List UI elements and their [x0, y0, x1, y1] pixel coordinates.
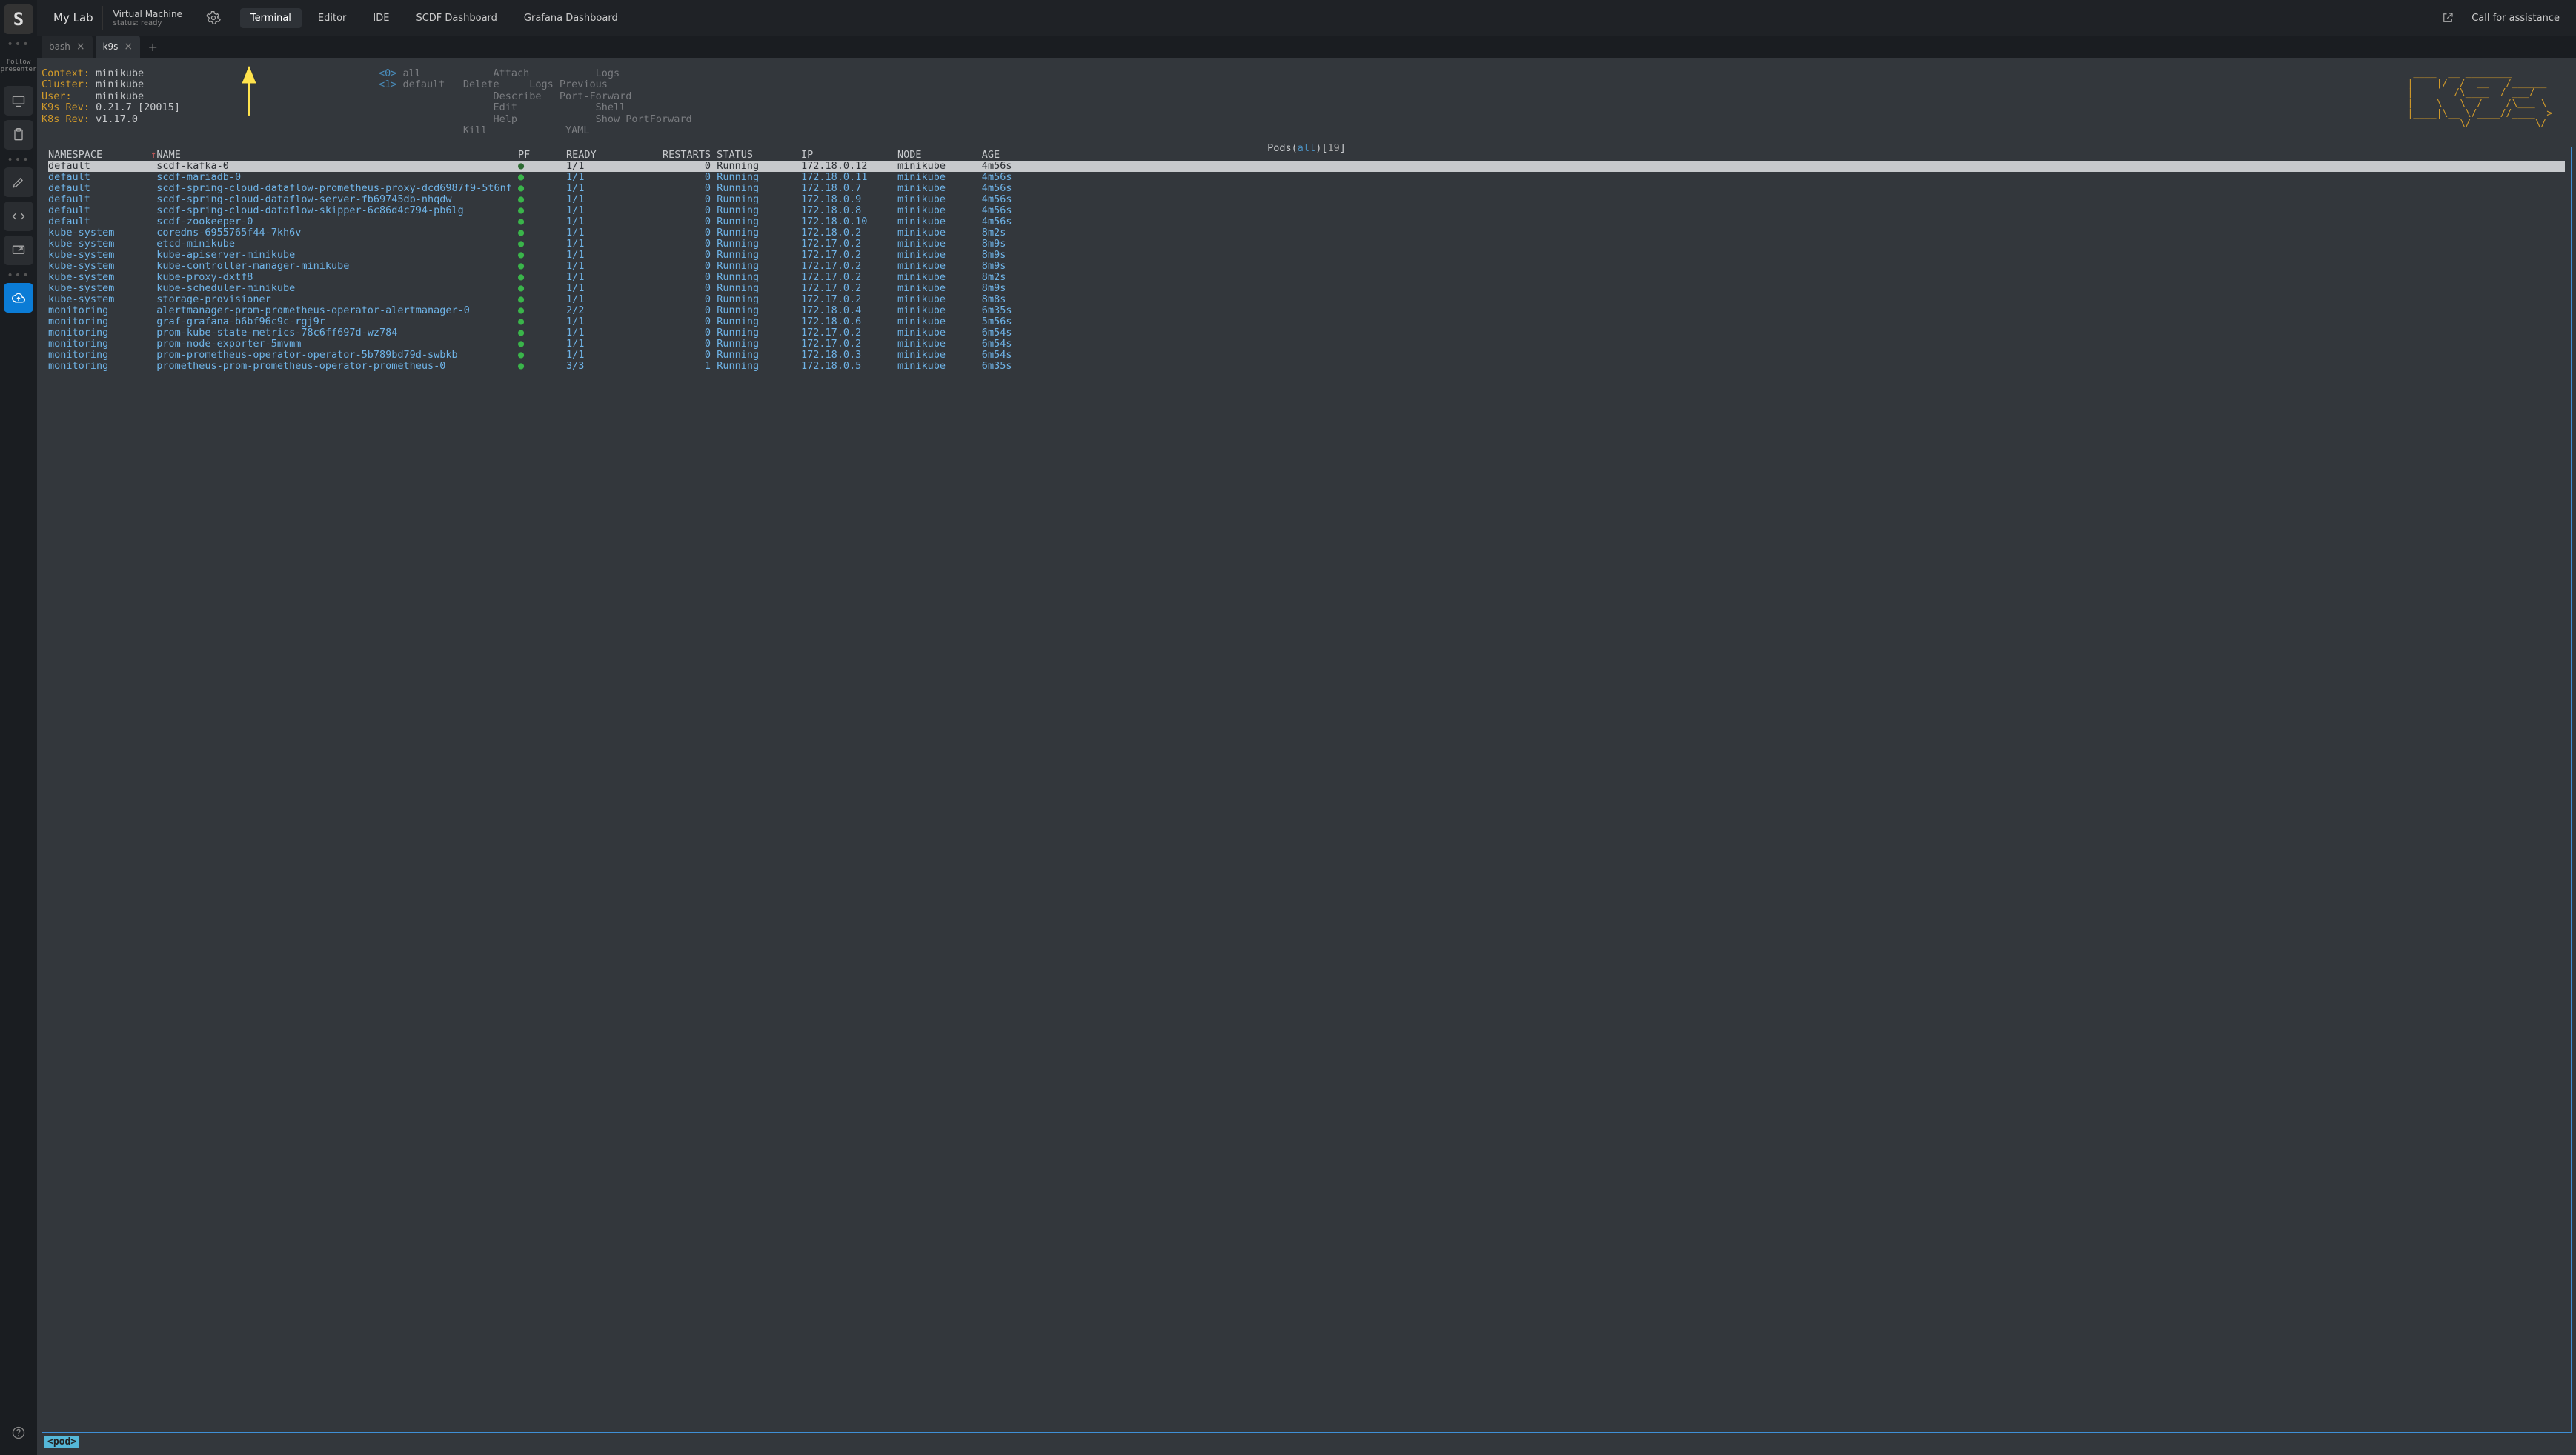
vm-status: status: ready [113, 19, 182, 27]
call-assistance-button[interactable]: Call for assistance [2463, 8, 2569, 28]
rail-share-button[interactable] [4, 236, 33, 265]
shortcuts-block: <0> all Attach Logs <1> default Delete L… [379, 68, 704, 136]
pencil-icon [11, 175, 26, 190]
pods-table[interactable]: NAMESPACE ↑NAME PF READY RESTARTS STATUS… [42, 147, 2571, 372]
table-row[interactable]: monitoring prom-kube-state-metrics-78c6f… [48, 327, 2565, 339]
table-row[interactable]: kube-system etcd-minikube ● 1/1 0 Runnin… [48, 239, 2565, 250]
monitor-icon [11, 93, 26, 108]
view-button-grafana-dashboard[interactable]: Grafana Dashboard [514, 8, 628, 28]
table-row[interactable]: default scdf-spring-cloud-dataflow-serve… [48, 194, 2565, 205]
terminal-tab-k9s[interactable]: k9s × [96, 36, 141, 58]
view-button-scdf-dashboard[interactable]: SCDF Dashboard [405, 8, 507, 28]
rail-help-button[interactable] [4, 1418, 33, 1448]
annotation-arrow-stem [248, 81, 250, 116]
rail-dots2-icon: ••• [7, 154, 30, 163]
rail-clipboard-button[interactable] [4, 120, 33, 150]
table-row[interactable]: kube-system kube-proxy-dxtf8 ● 1/1 0 Run… [48, 272, 2565, 283]
gear-icon [206, 10, 221, 25]
vm-status-block[interactable]: Virtual Machine status: ready [102, 6, 193, 30]
tab-label: bash [49, 41, 70, 52]
external-link-icon [2441, 11, 2454, 24]
table-row[interactable]: kube-system coredns-6955765f44-7kh6v ● 1… [48, 227, 2565, 239]
table-row[interactable]: monitoring graf-grafana-b6bf96c9c-rgj9r … [48, 316, 2565, 327]
table-row[interactable]: kube-system kube-controller-manager-mini… [48, 261, 2565, 272]
left-rail: S ••• Follow presenter ••• ••• [0, 0, 37, 1455]
clipboard-icon [11, 127, 26, 142]
tab-label: k9s [103, 41, 119, 52]
help-icon [11, 1425, 26, 1440]
view-buttons: Terminal Editor IDE SCDF Dashboard Grafana D… [240, 8, 628, 28]
view-button-editor[interactable]: Editor [308, 8, 356, 28]
main-pane: My Lab Virtual Machine status: ready Ter… [37, 0, 2576, 1455]
follow-line2: presenter [1, 67, 37, 74]
view-button-terminal[interactable]: Terminal [240, 8, 302, 28]
terminal-pane[interactable]: ▲ Context: minikube Cluster: minikube Us… [37, 58, 2576, 1455]
code-icon [11, 209, 26, 224]
table-row[interactable]: kube-system kube-apiserver-minikube ● 1/… [48, 250, 2565, 261]
follow-presenter-button[interactable]: Follow presenter [4, 52, 33, 81]
cloud-upload-icon [11, 290, 26, 305]
close-icon[interactable]: × [124, 41, 133, 53]
k9s-ascii-logo: ____ __ ________ | |/ / __ /______ | /\_… [2408, 68, 2559, 129]
rail-monitor-button[interactable] [4, 86, 33, 116]
table-row[interactable]: monitoring prom-node-exporter-5mvmm ● 1/… [48, 339, 2565, 350]
table-row[interactable]: monitoring prometheus-prom-prometheus-op… [48, 361, 2565, 372]
terminal-tab-strip: bash × k9s × + [37, 36, 2576, 58]
table-row[interactable]: default scdf-spring-cloud-dataflow-prome… [48, 183, 2565, 194]
close-icon[interactable]: × [76, 41, 85, 53]
rail-edit-button[interactable] [4, 167, 33, 197]
table-row[interactable]: default scdf-spring-cloud-dataflow-skipp… [48, 205, 2565, 216]
open-external-button[interactable] [2433, 3, 2463, 33]
rail-dots3-icon: ••• [7, 270, 30, 279]
top-bar: My Lab Virtual Machine status: ready Ter… [37, 0, 2576, 36]
breadcrumb: <pod> [44, 1436, 79, 1448]
table-row[interactable]: kube-system kube-scheduler-minikube ● 1/… [48, 283, 2565, 294]
rail-dots-icon: ••• [7, 39, 30, 47]
arrow-up-right-icon [11, 243, 26, 258]
rail-code-button[interactable] [4, 202, 33, 231]
rail-cloud-button[interactable] [4, 283, 33, 313]
terminal-tab-bash[interactable]: bash × [42, 36, 93, 58]
app-logo[interactable]: S [4, 4, 33, 34]
view-button-ide[interactable]: IDE [362, 8, 399, 28]
annotation-arrow-icon: ▲ [242, 64, 256, 81]
table-row[interactable]: monitoring alertmanager-prom-prometheus-… [48, 305, 2565, 316]
add-tab-button[interactable]: + [143, 36, 162, 58]
table-row[interactable]: kube-system storage-provisioner ● 1/1 0 … [48, 294, 2565, 305]
table-row[interactable]: default scdf-zookeeper-0 ● 1/1 0 Running… [48, 216, 2565, 227]
lab-title[interactable]: My Lab [44, 11, 102, 24]
settings-button[interactable] [199, 3, 228, 33]
table-row[interactable]: monitoring prom-prometheus-operator-oper… [48, 350, 2565, 361]
table-row[interactable]: default scdf-mariadb-0 ● 1/1 0 Running 1… [48, 172, 2565, 183]
table-row[interactable]: default scdf-kafka-0 ● 1/1 0 Running 172… [48, 161, 2565, 172]
pods-table-box: NAMESPACE ↑NAME PF READY RESTARTS STATUS… [42, 147, 2572, 1433]
vm-title: Virtual Machine [113, 9, 182, 19]
